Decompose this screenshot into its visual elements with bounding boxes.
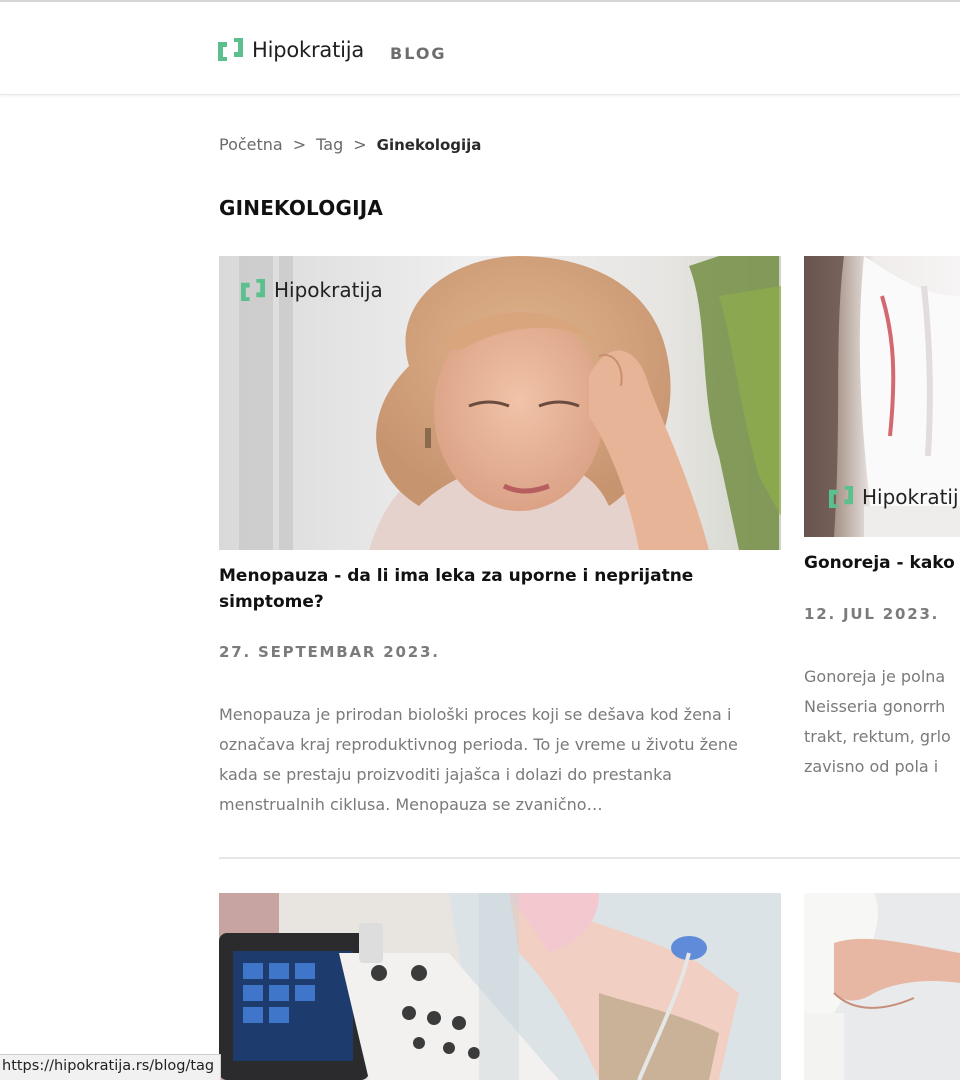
- logo-bracket-icon: [241, 278, 265, 302]
- post-date: 12. JUL 2023.: [804, 605, 940, 623]
- image-watermark-text: Hipokratij: [862, 485, 959, 509]
- hand-closeup-photo: [804, 893, 960, 1080]
- breadcrumb-home-link[interactable]: Početna: [219, 135, 283, 154]
- brand-name: Hipokratija: [252, 37, 365, 62]
- post-excerpt-line: Gonoreja je polna: [804, 667, 946, 686]
- blog-section-link[interactable]: BLOG: [390, 44, 447, 63]
- post-date: 27. SEPTEMBAR 2023.: [219, 643, 440, 661]
- post-excerpt: Gonoreja je polna Neisseria gonorrh trak…: [804, 662, 960, 782]
- post-title-menopauza[interactable]: Menopauza - da li ima leka za uporne i n…: [219, 563, 759, 615]
- post-image-ultrasound[interactable]: [219, 893, 781, 1080]
- post-excerpt-line: zavisno od pola i: [804, 757, 939, 776]
- breadcrumb-separator: >: [353, 135, 367, 154]
- post-excerpt-line: Neisseria gonorrh: [804, 697, 946, 716]
- image-watermark-logo: Hipokratij: [828, 485, 959, 509]
- site-header: Hipokratija BLOG: [0, 2, 960, 95]
- ultrasound-exam-photo: [219, 893, 781, 1080]
- post-excerpt-line: trakt, rektum, grlo: [804, 727, 951, 746]
- post-image-gonoreja[interactable]: Hipokratij: [804, 256, 960, 537]
- section-divider: [219, 857, 960, 859]
- site-logo[interactable]: Hipokratija: [217, 37, 364, 62]
- breadcrumb-current: Ginekologija: [376, 136, 482, 154]
- logo-bracket-icon: [218, 38, 243, 61]
- logo-bracket-icon: [829, 485, 853, 509]
- post-title-gonoreja[interactable]: Gonoreja - kako: [804, 550, 960, 576]
- breadcrumb: Početna > Tag > Ginekologija: [219, 135, 481, 154]
- breadcrumb-separator: >: [292, 135, 307, 154]
- breadcrumb-tag-link[interactable]: Tag: [316, 135, 343, 154]
- post-image-menopauza[interactable]: Hipokratija: [219, 256, 781, 550]
- image-watermark-text: Hipokratija: [274, 278, 383, 302]
- post-image-hand[interactable]: [804, 893, 960, 1080]
- browser-status-url: https://hipokratija.rs/blog/tag: [0, 1054, 222, 1080]
- image-watermark-logo: Hipokratija: [240, 278, 383, 302]
- post-excerpt: Menopauza je prirodan biološki proces ko…: [219, 705, 738, 814]
- page-title: GINEKOLOGIJA: [219, 196, 384, 220]
